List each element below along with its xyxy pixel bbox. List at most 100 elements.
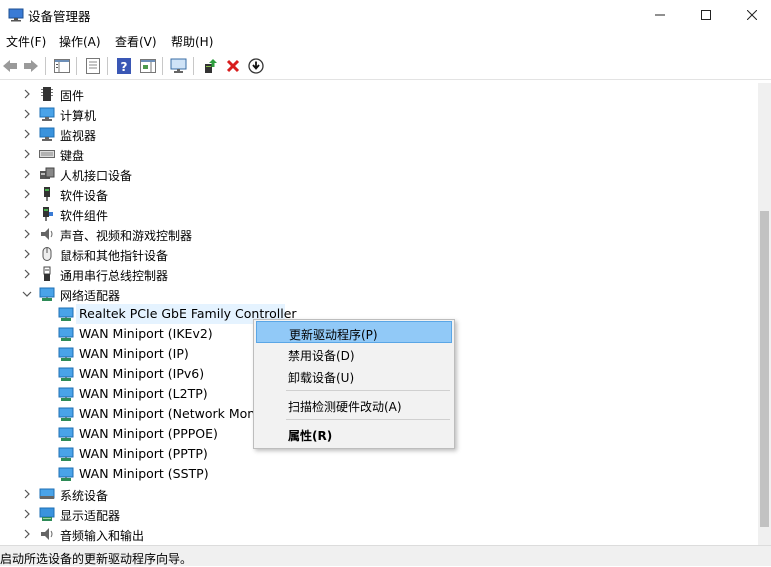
- toolbar-separator: [193, 57, 194, 75]
- tree-item-label: 系统设备: [60, 489, 109, 503]
- software-component-icon: [43, 207, 53, 221]
- network-adapter-icon: [58, 447, 74, 461]
- tree-category[interactable]: 声音、视频和游戏控制器: [0, 224, 740, 244]
- chevron-right-icon[interactable]: [22, 529, 32, 539]
- toolbar-separator: [76, 57, 77, 75]
- uninstall-device-menu-item[interactable]: 卸载设备(U): [256, 365, 452, 387]
- help-toolbar-button[interactable]: ?: [115, 57, 133, 75]
- chevron-right-icon[interactable]: [22, 89, 32, 99]
- update-driver-menu-item[interactable]: 更新驱动程序(P): [256, 321, 452, 343]
- device-tree: 固件计算机监视器 键盘 人机接口设备软件设备 软件组件 声音、视频和游戏控制器鼠标和其他…: [0, 83, 758, 545]
- chevron-right-icon[interactable]: [22, 229, 32, 239]
- tree-category[interactable]: 音频输入和输出: [0, 524, 740, 544]
- tree-item-label: 计算机: [60, 109, 97, 123]
- tree-category[interactable]: 软件设备: [0, 184, 740, 204]
- chevron-right-icon[interactable]: [22, 269, 32, 279]
- tree-category[interactable]: 软件组件: [0, 204, 740, 224]
- tree-item-label: 通用串行总线控制器: [60, 269, 169, 283]
- tree-category[interactable]: 键盘: [0, 144, 740, 164]
- close-icon: [747, 10, 757, 20]
- tree-item-label: 鼠标和其他指针设备: [60, 249, 169, 263]
- properties-menu-item[interactable]: 属性(R): [256, 423, 452, 445]
- menu-help[interactable]: 帮助(H): [171, 33, 213, 50]
- minimize-button[interactable]: [637, 0, 683, 30]
- vertical-scrollbar[interactable]: [758, 83, 771, 545]
- network-adapter-icon: [39, 287, 55, 301]
- maximize-button[interactable]: [683, 0, 729, 30]
- usb-icon: [43, 266, 51, 281]
- tree-category-expanded[interactable]: 网络适配器: [0, 284, 740, 304]
- show-hide-console-tree-button[interactable]: [53, 57, 71, 75]
- audio-io-icon: [41, 528, 53, 540]
- tree-item-label: 监视器: [60, 129, 97, 143]
- tree-item-label: WAN Miniport (L2TP): [79, 386, 208, 401]
- download-toolbar-button[interactable]: [247, 57, 265, 75]
- tree-item-label: WAN Miniport (PPPOE): [79, 426, 218, 441]
- tree-category[interactable]: 监视器: [0, 124, 740, 144]
- chevron-right-icon[interactable]: [22, 249, 32, 259]
- speaker-icon: [41, 228, 53, 240]
- menu-action[interactable]: 操作(A): [59, 33, 101, 50]
- properties-label: 属性(R): [288, 429, 333, 443]
- tree-category[interactable]: 固件: [0, 84, 740, 104]
- status-bar: 启动所选设备的更新驱动程序向导。: [0, 545, 771, 566]
- chevron-right-icon[interactable]: [22, 189, 32, 199]
- system-device-icon: [39, 488, 55, 499]
- minimize-icon: [655, 14, 665, 16]
- chevron-right-icon[interactable]: [22, 509, 32, 519]
- update-driver-label: 更新驱动程序(P): [289, 328, 378, 342]
- scrollbar-thumb[interactable]: [760, 211, 769, 527]
- download-arrow-icon: [248, 58, 264, 74]
- chevron-right-icon[interactable]: [22, 129, 32, 139]
- delete-x-icon: [226, 59, 240, 73]
- chevron-right-icon[interactable]: [22, 109, 32, 119]
- tree-adapter-item[interactable]: WAN Miniport (SSTP): [0, 464, 740, 484]
- toolbar-separator: [107, 57, 108, 75]
- forward-arrow-icon: [24, 60, 38, 72]
- menu-view[interactable]: 查看(V): [115, 33, 157, 50]
- properties-toolbar-button[interactable]: [84, 57, 102, 75]
- update-driver-toolbar-button[interactable]: [201, 57, 219, 75]
- disable-device-menu-item[interactable]: 禁用设备(D): [256, 343, 452, 365]
- menu-file[interactable]: 文件(F): [6, 33, 46, 50]
- tree-category[interactable]: 系统设备: [0, 484, 740, 504]
- network-adapter-icon: [58, 467, 74, 481]
- chevron-right-icon[interactable]: [22, 149, 32, 159]
- tree-category[interactable]: 通用串行总线控制器: [0, 264, 740, 284]
- chevron-down-icon[interactable]: [22, 289, 32, 299]
- mouse-icon: [42, 247, 52, 261]
- monitor-icon: [39, 127, 55, 141]
- action-pane-button[interactable]: [139, 57, 157, 75]
- menu-bar: 文件(F) 操作(A) 查看(V) 帮助(H): [0, 30, 771, 52]
- tree-item-label: 网络适配器: [60, 289, 121, 303]
- tree-item-label: WAN Miniport (SSTP): [79, 466, 209, 481]
- computer-icon: [39, 107, 55, 121]
- tree-category[interactable]: 鼠标和其他指针设备: [0, 244, 740, 264]
- software-device-icon: [44, 187, 50, 201]
- chevron-right-icon[interactable]: [22, 489, 32, 499]
- scan-hardware-menu-item[interactable]: 扫描检测硬件改动(A): [256, 394, 452, 416]
- tree-category[interactable]: 人机接口设备: [0, 164, 740, 184]
- chevron-right-icon[interactable]: [22, 209, 32, 219]
- console-tree-icon: [54, 59, 70, 73]
- tree-item-label: 音频输入和输出: [60, 529, 145, 543]
- tree-category[interactable]: 显示适配器: [0, 504, 740, 524]
- help-icon: ?: [117, 58, 131, 74]
- scan-hardware-toolbar-button[interactable]: [170, 57, 188, 75]
- tree-item-label: WAN Miniport (IPv6): [79, 366, 205, 381]
- chevron-right-icon[interactable]: [22, 169, 32, 179]
- network-adapter-icon: [58, 427, 74, 441]
- tree-item-label: 固件: [60, 89, 85, 103]
- toolbar-separator: [162, 57, 163, 75]
- network-adapter-icon: [58, 347, 74, 361]
- tree-item-label: 软件设备: [60, 189, 109, 203]
- back-button[interactable]: [1, 57, 19, 75]
- close-button[interactable]: [729, 0, 771, 30]
- update-driver-icon: [205, 59, 217, 73]
- tree-category[interactable]: 计算机: [0, 104, 740, 124]
- properties-icon: [86, 58, 100, 74]
- network-adapter-icon: [58, 407, 74, 421]
- uninstall-toolbar-button[interactable]: [224, 57, 242, 75]
- network-adapter-icon: [58, 327, 74, 341]
- forward-button[interactable]: [22, 57, 40, 75]
